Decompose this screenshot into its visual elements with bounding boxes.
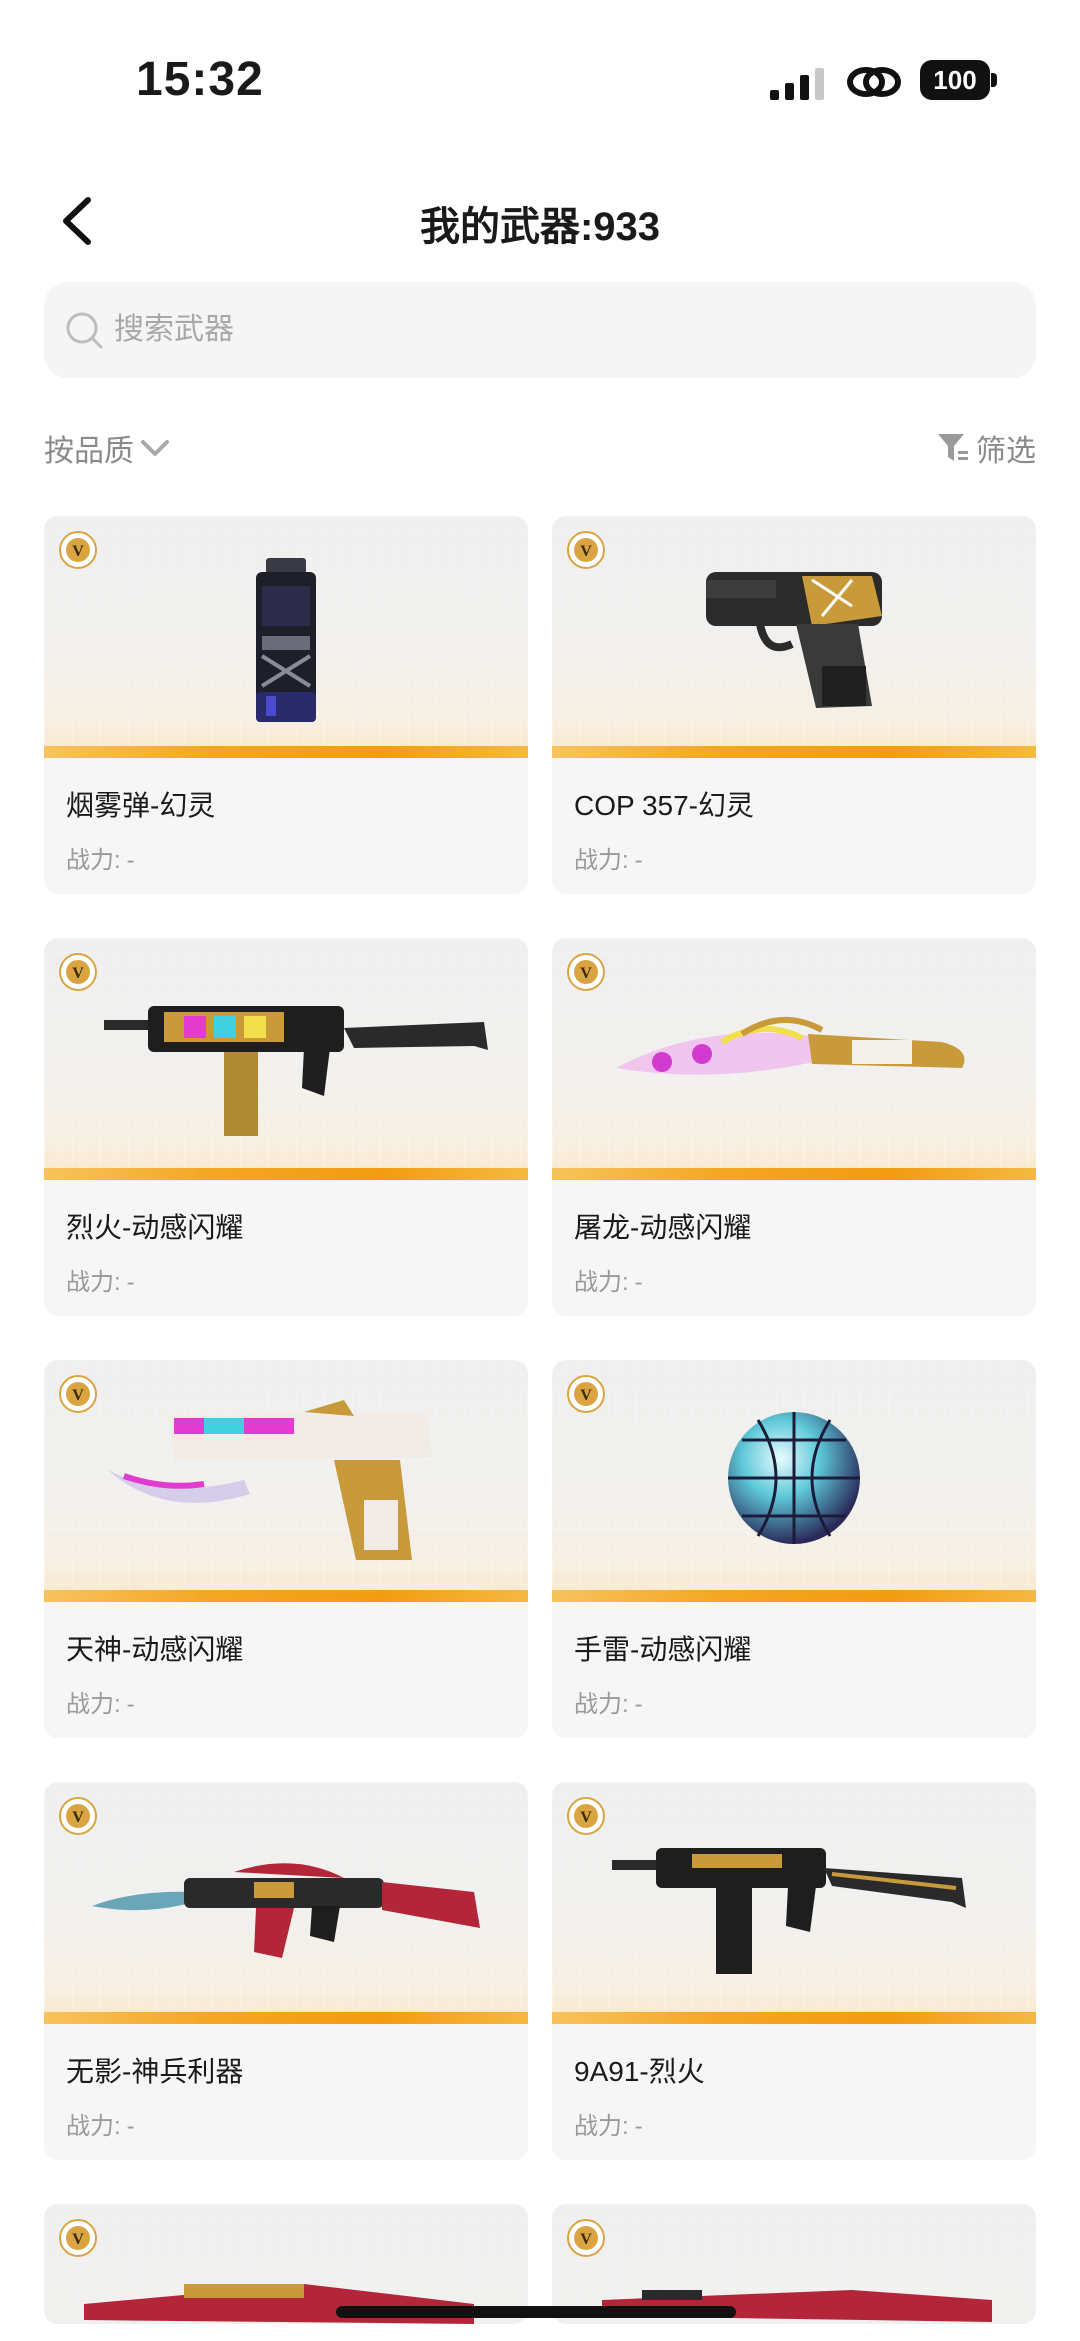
power-value: - (634, 847, 643, 874)
weapon-card[interactable]: V 手雷-动感闪耀 战力: - (552, 1360, 1036, 1738)
quality-bar (552, 746, 1036, 758)
power-value: - (126, 847, 135, 874)
vip-badge-icon: V (567, 531, 605, 569)
smg-icon (612, 1848, 966, 1974)
weapon-name: 手雷-动感闪耀 (574, 1634, 752, 1665)
vip-badge-icon: V (59, 953, 97, 991)
battery-indicator: 100 (920, 60, 998, 100)
weapon-name: 烟雾弹-幻灵 (66, 790, 216, 821)
power-label: 战力: (574, 1691, 629, 1718)
smg-icon (104, 1006, 488, 1136)
weapon-card[interactable]: V 屠龙-动感闪耀 战力: - (552, 938, 1036, 1316)
weapon-name: 烈火-动感闪耀 (66, 1212, 244, 1243)
weapon-power: 战力: - (574, 1684, 643, 1719)
power-value: - (634, 1691, 643, 1718)
quality-bar (44, 1590, 528, 1602)
battery-level: 100 (920, 60, 990, 100)
power-label: 战力: (66, 847, 121, 874)
power-label: 战力: (574, 2113, 629, 2140)
weapon-name: COP 357-幻灵 (574, 790, 754, 821)
rifle-blade-icon (92, 1863, 480, 1958)
weapon-name: 无影-神兵利器 (66, 2056, 244, 2087)
weapon-card[interactable]: V 无影-神兵利器 战力: - (44, 1782, 528, 2160)
vip-badge-icon: V (567, 953, 605, 991)
weapon-power: 战力: - (574, 840, 643, 875)
page-title: 我的武器:933 (419, 205, 661, 249)
power-label: 战力: (66, 2113, 121, 2140)
status-time: 15:32 (136, 53, 264, 106)
power-value: - (634, 2113, 643, 2140)
svg-text:V: V (72, 543, 84, 560)
svg-text:V: V (580, 1809, 592, 1826)
power-label: 战力: (66, 1691, 121, 1718)
weapon-power: 战力: - (66, 1684, 135, 1719)
back-button[interactable] (52, 194, 102, 248)
vip-badge-icon: V (59, 1375, 97, 1413)
vip-badge-icon: V (59, 531, 97, 569)
desert-eagle-icon (108, 1400, 432, 1560)
svg-text:V: V (580, 965, 592, 982)
weapon-name: 9A91-烈火 (574, 2056, 705, 2087)
weapon-card[interactable]: V COP 357-幻灵 战力: - (552, 516, 1036, 894)
power-label: 战力: (66, 1269, 121, 1296)
vip-badge-icon: V (567, 2219, 605, 2257)
quality-bar (552, 1590, 1036, 1602)
disco-grenade-icon (728, 1412, 860, 1544)
pistol-icon (706, 572, 882, 708)
weapon-card[interactable]: V 天神-动感闪耀 战力: - (44, 1360, 528, 1738)
sort-by-quality-dropdown[interactable]: 按品质 (44, 426, 170, 470)
power-label: 战力: (574, 847, 629, 874)
sort-filter-row: 按品质 筛选 (44, 420, 1036, 470)
weapon-power: 战力: - (574, 2106, 643, 2141)
quality-bar (44, 746, 528, 758)
weapon-grid: V 烟雾弹-幻灵 战力: - V COP 357-幻灵 战力: - V 烈火-动… (44, 516, 1036, 2324)
vip-badge-icon: V (567, 1797, 605, 1835)
weapon-power: 战力: - (66, 1262, 135, 1297)
quality-bar (552, 1168, 1036, 1180)
weapon-name: 天神-动感闪耀 (66, 1634, 244, 1665)
filter-button[interactable]: 筛选 (936, 426, 1036, 470)
vip-badge-icon: V (59, 1797, 97, 1835)
weapon-power: 战力: - (66, 2106, 135, 2141)
knife-icon (616, 1017, 965, 1075)
weapon-name: 屠龙-动感闪耀 (574, 1212, 752, 1243)
quality-bar (44, 1168, 528, 1180)
svg-text:V: V (72, 1387, 84, 1404)
filter-label: 筛选 (976, 435, 1036, 468)
vip-badge-icon: V (567, 1375, 605, 1413)
chevron-down-icon (141, 440, 169, 456)
smoke-grenade-icon (256, 558, 316, 722)
filter-icon (938, 434, 968, 461)
sort-label: 按品质 (44, 435, 134, 468)
cellular-signal-icon (770, 68, 824, 100)
svg-text:V: V (580, 543, 592, 560)
search-bar[interactable] (44, 282, 1036, 378)
weapon-power: 战力: - (66, 840, 135, 875)
quality-bar (552, 2012, 1036, 2024)
power-value: - (126, 1691, 135, 1718)
vip-badge-icon: V (59, 2219, 97, 2257)
power-label: 战力: (574, 1269, 629, 1296)
home-indicator[interactable] (336, 2306, 736, 2318)
chevron-left-icon (63, 197, 91, 245)
svg-text:V: V (72, 965, 84, 982)
link-icon (847, 67, 901, 97)
status-bar: 15:32 100 (0, 0, 1080, 140)
power-value: - (126, 2113, 135, 2140)
svg-text:V: V (580, 1387, 592, 1404)
weapon-card[interactable]: V 烟雾弹-幻灵 战力: - (44, 516, 528, 894)
svg-text:V: V (72, 2231, 84, 2248)
search-icon (66, 312, 103, 349)
power-value: - (126, 1269, 135, 1296)
power-value: - (634, 1269, 643, 1296)
weapon-card[interactable]: V 烈火-动感闪耀 战力: - (44, 938, 528, 1316)
quality-bar (44, 2012, 528, 2024)
svg-text:V: V (72, 1809, 84, 1826)
search-input[interactable] (114, 313, 994, 347)
top-nav: 我的武器:933 (0, 180, 1080, 260)
svg-text:V: V (580, 2231, 592, 2248)
weapon-power: 战力: - (574, 1262, 643, 1297)
weapon-card[interactable]: V 9A91-烈火 战力: - (552, 1782, 1036, 2160)
